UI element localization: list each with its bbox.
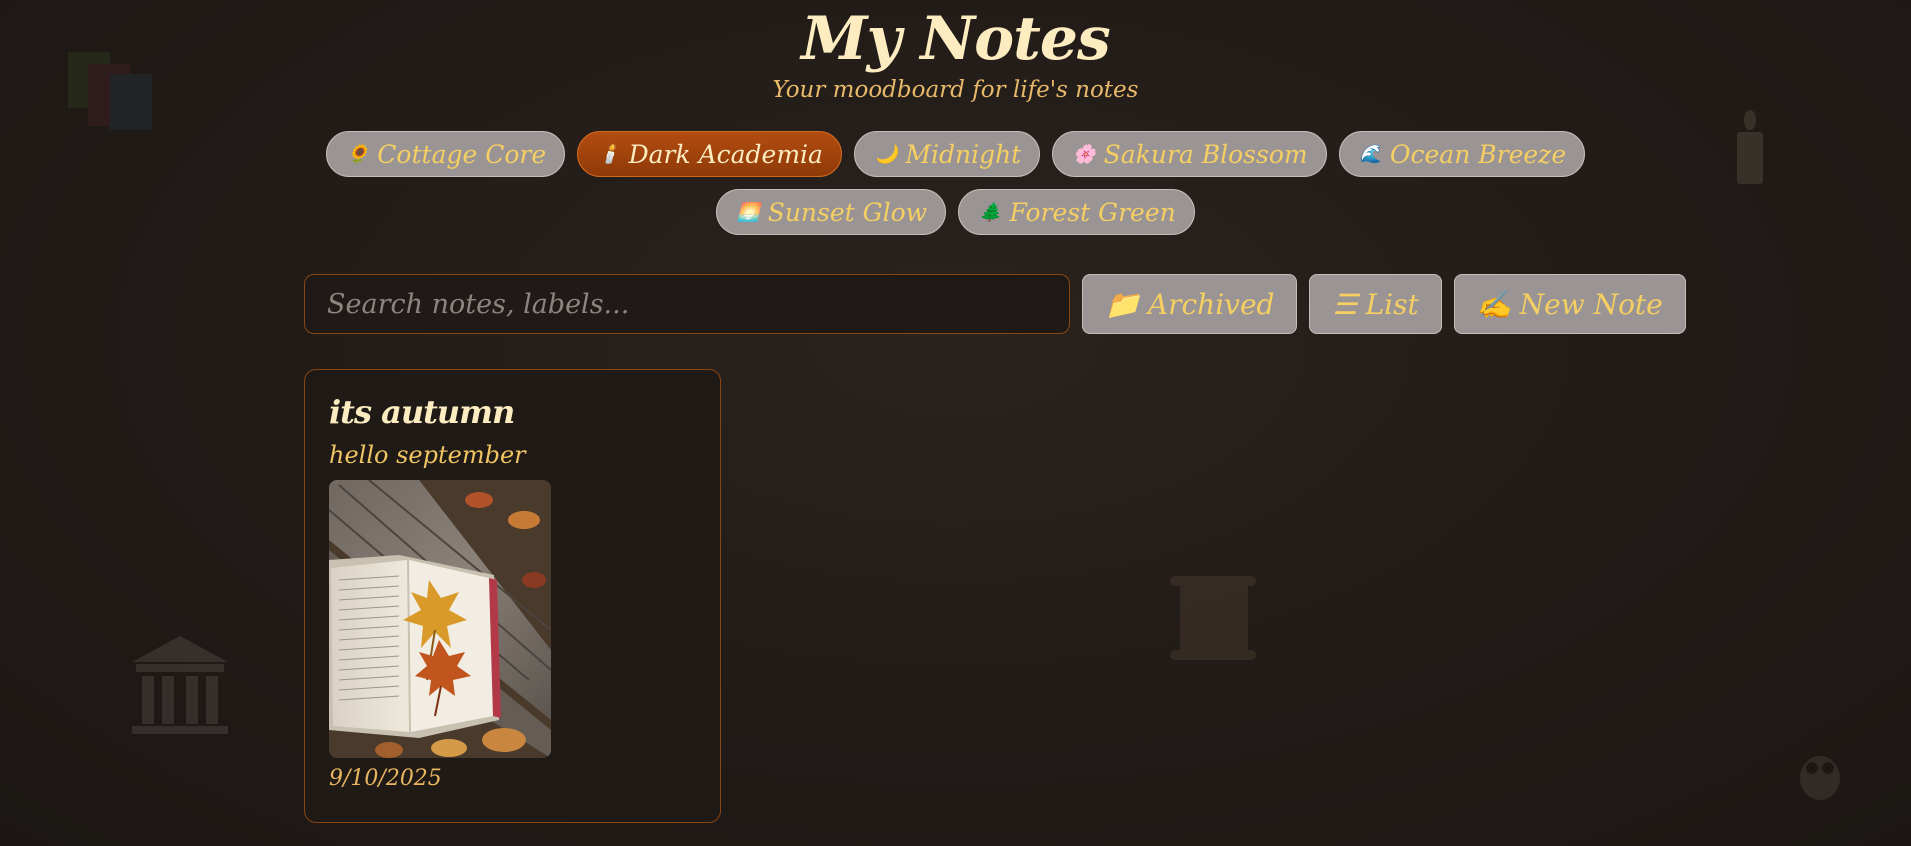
candle-icon: 🕯️ [598, 143, 621, 165]
app-header: My Notes Your moodboard for life's notes [0, 0, 1911, 104]
theme-label: Ocean Breeze [1390, 139, 1567, 169]
theme-dark-academia-button[interactable]: 🕯️ Dark Academia [577, 131, 842, 177]
theme-label: Sakura Blossom [1103, 139, 1308, 169]
note-photo-image [329, 480, 551, 758]
archived-button[interactable]: 📁 Archived [1082, 274, 1298, 334]
owl-decoration-icon [1800, 756, 1840, 800]
theme-label: Forest Green [1009, 197, 1176, 227]
theme-midnight-button[interactable]: 🌙 Midnight [853, 131, 1041, 177]
archived-label: Archived [1147, 287, 1275, 321]
cherry-blossom-icon: 🌸 [1073, 143, 1096, 165]
theme-forest-green-button[interactable]: 🌲 Forest Green [958, 189, 1195, 235]
theme-label: Dark Academia [628, 139, 823, 169]
toolbar: 📁 Archived ☰ List ✍️ New Note [304, 274, 1686, 334]
moon-icon: 🌙 [874, 143, 898, 165]
scroll-decoration-icon [1170, 576, 1256, 660]
note-title: its autumn [329, 393, 515, 431]
candle-decoration-icon [1737, 110, 1763, 184]
wave-icon: 🌊 [1359, 143, 1382, 165]
folder-icon: 📁 [1105, 287, 1140, 321]
theme-sakura-blossom-button[interactable]: 🌸 Sakura Blossom [1052, 131, 1327, 177]
list-view-button[interactable]: ☰ List [1309, 274, 1442, 334]
theme-label: Cottage Core [377, 139, 547, 169]
evergreen-tree-icon: 🌲 [979, 201, 1002, 223]
theme-ocean-breeze-button[interactable]: 🌊 Ocean Breeze [1338, 131, 1586, 177]
note-body: hello september [329, 441, 526, 469]
theme-label: Midnight [905, 139, 1022, 169]
theme-sunset-glow-button[interactable]: 🌅 Sunset Glow [716, 189, 947, 235]
theme-label: Sunset Glow [767, 197, 928, 227]
list-icon: ☰ [1332, 287, 1358, 321]
list-label: List [1365, 287, 1419, 321]
theme-selector: 🌻 Cottage Core 🕯️ Dark Academia 🌙 Midnig… [290, 131, 1621, 235]
page-subtitle: Your moodboard for life's notes [772, 77, 1139, 103]
writing-hand-icon: ✍️ [1476, 287, 1512, 321]
new-note-button[interactable]: ✍️ New Note [1453, 274, 1686, 334]
sunset-icon: 🌅 [737, 201, 760, 223]
columns-building-decoration-icon [132, 636, 228, 734]
sunflower-icon: 🌻 [346, 143, 370, 165]
page-title: My Notes [801, 4, 1111, 74]
new-note-label: New Note [1519, 287, 1663, 321]
note-card[interactable]: its autumn hello september 9/10/2025 [304, 369, 721, 823]
note-date: 9/10/2025 [329, 766, 442, 791]
search-input[interactable] [304, 274, 1070, 334]
theme-cottage-core-button[interactable]: 🌻 Cottage Core [325, 131, 566, 177]
